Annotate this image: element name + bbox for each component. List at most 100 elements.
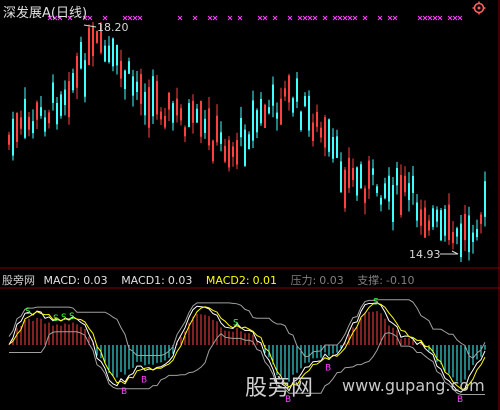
candle-body [456,228,458,237]
candle-body [152,76,154,117]
candle-body [168,92,170,110]
stock-chart-window: SSSSBBSBBSB 深发展A(日线) 18.20 14.93 股旁网 MAC… [0,0,500,410]
candle-body [428,220,430,231]
candle-body [20,117,22,129]
candle-body [468,215,470,253]
candle-body [112,38,114,67]
candle-body [300,111,302,130]
gear-icon[interactable] [472,1,486,15]
candle-body [288,75,290,103]
candle-body [392,185,394,222]
candle-body [292,98,294,113]
watermark-site-url: www.gupang.com [342,376,485,395]
candle-body [32,121,34,134]
candle-body [28,117,30,130]
candle-body [8,134,10,145]
candle-body [208,108,210,146]
macd1-label: MACD1: [121,274,165,287]
candle-body [340,161,342,192]
candle-body [396,167,398,186]
candle-body [176,98,178,116]
candle-body [476,229,478,238]
candle-body [124,70,126,90]
support-reading: 支撑: -0.10 [357,274,419,287]
pressure-reading: 压力: 0.03 [291,274,349,287]
candle-body [44,117,46,132]
macd2-reading: MACD2: 0.01 [206,274,282,287]
candle-body [324,117,326,148]
candle-body [412,175,414,193]
candle-body [336,136,338,158]
candle-body [380,197,382,205]
pressure-value: 0.03 [319,274,344,287]
candle-body [56,102,58,125]
candle-body [160,111,162,120]
candle-body [240,118,242,138]
candle-body [80,41,82,69]
macd-label: MACD: [43,274,81,287]
candle-body [140,74,142,104]
candle-body [332,137,334,159]
candle-body [244,129,246,166]
candle-body [252,100,254,141]
high-marker-line [83,24,97,28]
candle-body [36,102,38,120]
candle-body [284,88,286,97]
indicator-bar: 股旁网 MACD: 0.03 MACD1: 0.03 MACD2: 0.01 压力: 0… [2,272,424,288]
support-value: -0.10 [386,274,415,287]
candle-body [272,84,274,106]
candle-body [388,175,390,202]
candle-body [460,223,462,258]
candle-body [76,55,78,88]
candle-body [120,60,122,79]
candle-body [404,175,406,193]
stock-title: 深发展A(日线) [3,6,88,21]
candle-body [416,202,418,221]
macd-value: 0.03 [83,274,108,287]
candle-body [216,115,218,143]
low-price-label: 14.93 [409,248,441,261]
candle-body [484,181,486,217]
candle-body [128,61,130,74]
candle-body [236,140,238,165]
watermark-site-name: 股旁网 [245,376,315,401]
candle-body [132,76,134,96]
candle-body [212,140,214,162]
candle-body [432,208,434,227]
candle-body [52,82,54,103]
candle-body [200,100,202,137]
candle-body [464,213,466,241]
candle-body [184,127,186,137]
candle-body [108,45,110,62]
sell-marker: S [373,298,379,308]
candle-body [452,231,454,244]
candle-body [360,164,362,189]
candle-body [188,103,190,127]
chart-canvas[interactable]: SS S SBBSBBSB [0,0,500,410]
buy-marker: B [121,387,127,397]
candle-body [356,167,358,196]
sell-marker: S [69,312,75,322]
candle-body [264,104,266,128]
candle-body [88,27,90,65]
candle-body [444,209,446,236]
candle-body [232,146,234,157]
candle-body [312,122,314,141]
macd1-value: 0.03 [167,274,193,287]
candle-body [64,89,66,106]
candle-body [48,112,50,124]
buy-marker: B [457,395,463,405]
candle-body [328,119,330,152]
candle-body [224,145,226,162]
candle-body [372,168,374,175]
sell-marker: S [61,313,67,323]
candle-body [60,94,62,116]
candle-body [436,209,438,222]
candle-body [296,78,298,102]
candle-body [260,99,262,124]
macd-reading: MACD: 0.03 [44,274,113,287]
candle-body [24,98,26,138]
candle-body [144,91,146,116]
support-label: 支撑: [357,274,383,287]
candle-body [16,113,18,143]
